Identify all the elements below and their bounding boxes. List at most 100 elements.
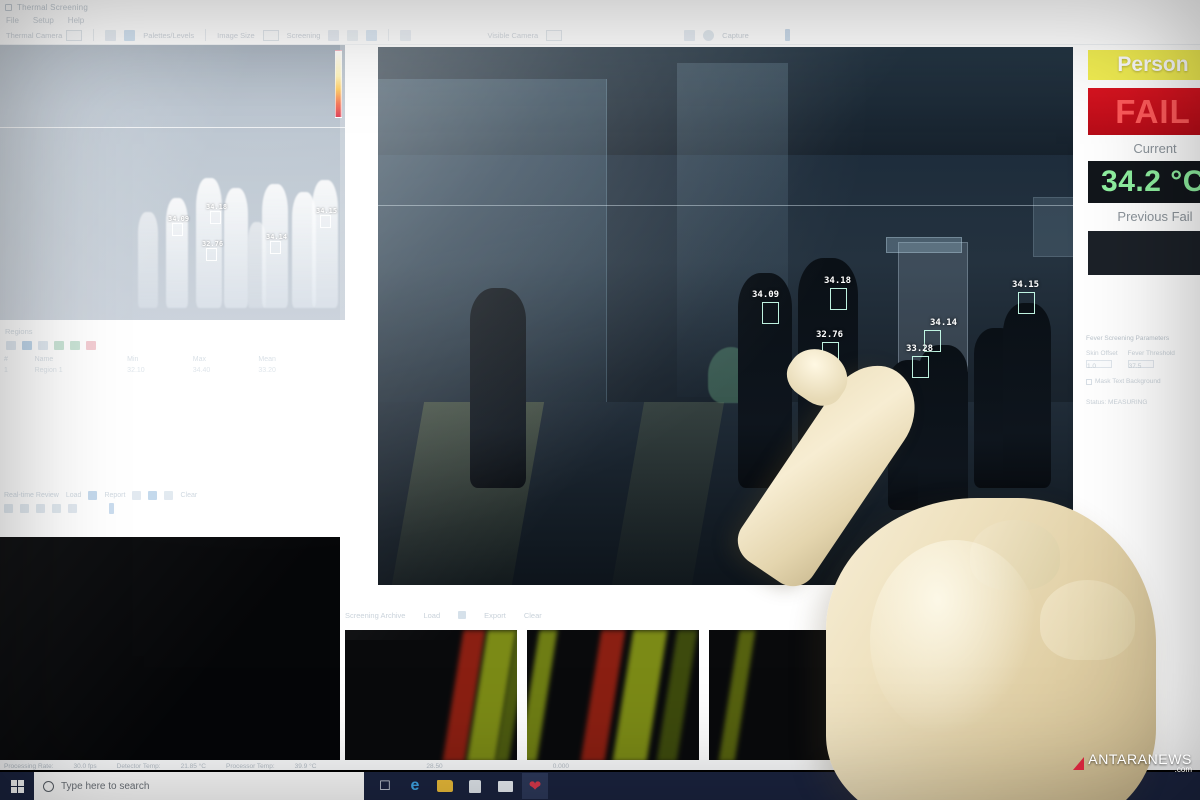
table-row[interactable]: 1 Region 1 32.10 34.40 33.20: [0, 365, 320, 376]
fever-threshold-label: Fever Threshold: [1128, 348, 1175, 360]
menu-item-setup[interactable]: Setup: [33, 16, 54, 25]
snapshot-icon[interactable]: [400, 30, 411, 41]
mail-icon[interactable]: [492, 773, 518, 799]
windows-logo-icon: [11, 780, 24, 793]
archive-clear-label[interactable]: Clear: [524, 611, 542, 620]
visible-camera-label: Visible Camera: [487, 31, 538, 40]
thermal-temp-label: 34.18: [206, 203, 227, 211]
thermal-screening-application: Thermal Screening File Setup Help Therma…: [0, 0, 1200, 770]
palette-icon[interactable]: [124, 30, 135, 41]
archive-load-label[interactable]: Load: [423, 611, 440, 620]
menu-item-file[interactable]: File: [6, 16, 19, 25]
review-clear-label[interactable]: Clear: [180, 492, 197, 499]
fever-status-panel: Person FAIL Current 34.2 °C Previous Fai…: [1080, 45, 1200, 770]
skin-offset-field[interactable]: Skin Offset 1.0: [1086, 348, 1118, 369]
face-temp-label: 34.14: [930, 318, 957, 328]
mask-text-background-checkbox[interactable]: Mask Text Background: [1086, 376, 1200, 388]
previous-fail-label: Previous Fail: [1090, 209, 1200, 224]
thermal-face-box: [270, 241, 281, 254]
media-player-icon[interactable]: ❤: [522, 773, 548, 799]
archive-thumbnail[interactable]: [527, 630, 699, 762]
column-header: Max: [189, 354, 255, 365]
parameters-title: Fever Screening Parameters: [1086, 333, 1200, 345]
edge-icon[interactable]: e: [402, 773, 428, 799]
task-view-icon[interactable]: ☐: [372, 773, 398, 799]
pause-icon[interactable]: [20, 504, 29, 513]
seek-icon[interactable]: [68, 504, 77, 513]
status-value: MEASURING: [1108, 399, 1147, 406]
playback-panel[interactable]: [0, 537, 340, 782]
record-icon[interactable]: [684, 30, 695, 41]
column-header: Mean: [254, 354, 320, 365]
processing-rate-value: 30.0 fps: [74, 763, 97, 770]
copy-icon[interactable]: [54, 341, 64, 350]
toolbar-divider-2: [205, 29, 206, 41]
file-explorer-icon[interactable]: [432, 773, 458, 799]
screening-icon[interactable]: [328, 30, 339, 41]
result-banner: FAIL: [1088, 88, 1200, 135]
settings-icon[interactable]: [366, 30, 377, 41]
report-icon[interactable]: [132, 491, 141, 500]
capture-dot-icon[interactable]: [703, 30, 714, 41]
current-temperature-value: 34.2 °C: [1101, 165, 1200, 199]
thermal-camera-preview[interactable]: 34.09 34.18 32.76 34.14 34.15 32.67: [0, 45, 345, 320]
regions-table: # Name Min Max Mean 1 Region 1 32.10 34.…: [0, 354, 320, 376]
export-icon[interactable]: [70, 341, 80, 350]
thermometer-icon[interactable]: [785, 29, 790, 41]
add-region-icon[interactable]: [6, 341, 16, 350]
store-icon[interactable]: [462, 773, 488, 799]
archive-thumbnail[interactable]: [345, 630, 517, 762]
delete-region-icon[interactable]: [38, 341, 48, 350]
face-bounding-box: [830, 288, 847, 310]
thermal-face-box: [206, 248, 217, 261]
screening-archive-toolbar: Screening Archive Load Export Clear: [345, 608, 705, 622]
fever-threshold-field[interactable]: Fever Threshold 37.5: [1128, 348, 1175, 369]
levels-icon[interactable]: [105, 30, 116, 41]
stop-icon[interactable]: [36, 504, 45, 513]
review-load-label[interactable]: Load: [66, 492, 82, 499]
palette-label: Palettes/Levels: [143, 31, 194, 40]
left-column: 34.09 34.18 32.76 34.14 34.15 32.67 Regi…: [0, 45, 350, 770]
load-icon[interactable]: [88, 491, 97, 500]
chart-icon[interactable]: [22, 341, 32, 350]
scale-icon[interactable]: [109, 503, 114, 514]
start-button[interactable]: [0, 772, 34, 800]
table-header-row: # Name Min Max Mean: [0, 354, 320, 365]
face-temp-label: 34.09: [752, 290, 779, 300]
thermal-temp-label: 34.09: [168, 215, 189, 223]
archive-load-icon[interactable]: [458, 611, 466, 619]
play-icon[interactable]: [4, 504, 13, 513]
taskbar-search-box[interactable]: Type here to search: [34, 772, 364, 800]
checkbox-box[interactable]: [1086, 379, 1092, 385]
thermal-camera-dropdown[interactable]: [66, 30, 82, 41]
archive-thumbnail[interactable]: [709, 630, 881, 762]
screening-label: Screening: [287, 31, 321, 40]
menu-item-help[interactable]: Help: [68, 16, 84, 25]
archive-export-label[interactable]: Export: [484, 611, 506, 620]
status-extra-2: 0.000: [553, 763, 569, 770]
graph-icon[interactable]: [148, 491, 157, 500]
visible-camera-feed[interactable]: 34.09 34.18 32.76 34.14 33.28 34.15: [378, 47, 1073, 585]
search-icon: [43, 781, 54, 792]
clear-icon[interactable]: [86, 341, 96, 350]
face-temp-label: 34.18: [824, 276, 851, 286]
detector-temp-label: Detector Temp:: [117, 763, 161, 770]
image-size-dropdown[interactable]: [263, 30, 279, 41]
mask-text-background-label: Mask Text Background: [1095, 376, 1161, 388]
review-report-label[interactable]: Report: [104, 492, 125, 499]
fever-threshold-input[interactable]: 37.5: [1128, 360, 1154, 368]
column-header: #: [0, 354, 31, 365]
thermal-face-box: [210, 211, 221, 224]
thermal-camera-selector[interactable]: Thermal Camera: [6, 30, 82, 41]
skin-offset-label: Skin Offset: [1086, 348, 1118, 360]
face-temp-label: 34.15: [1012, 280, 1039, 290]
status-label: Status:: [1086, 399, 1106, 406]
wayfinding-sign: [886, 237, 962, 253]
cell-id: 1: [0, 365, 31, 376]
visible-camera-dropdown[interactable]: [546, 30, 562, 41]
step-icon[interactable]: [52, 504, 61, 513]
skin-offset-input[interactable]: 1.0: [1086, 360, 1112, 368]
person-icon[interactable]: [347, 30, 358, 41]
list-icon[interactable]: [164, 491, 173, 500]
regions-title: Regions: [0, 323, 320, 338]
